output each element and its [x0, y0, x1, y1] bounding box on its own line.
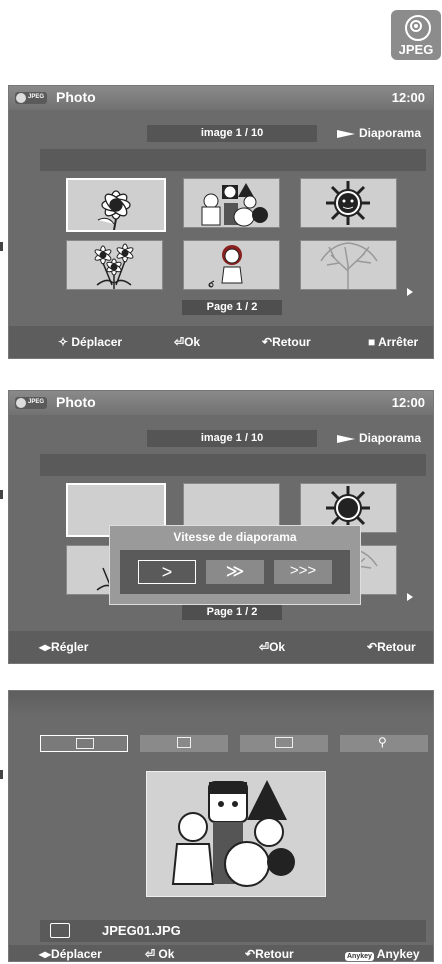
badge-label: JPEG: [398, 42, 434, 57]
photo-file-icon: [50, 923, 70, 938]
copy-button[interactable]: [140, 735, 228, 752]
panel-title: Photo: [56, 89, 96, 105]
speed-slow-button[interactable]: >: [138, 560, 196, 584]
move-hint: ✧ Déplacer: [58, 335, 123, 349]
grid-icon: [76, 738, 94, 749]
scroll-right-icon[interactable]: [407, 593, 413, 601]
return-icon: ↶: [262, 335, 273, 349]
copy-icon: [177, 737, 191, 748]
page-indicator: Page 1 / 2: [182, 300, 282, 315]
callout-tick: [0, 770, 3, 779]
panel-footer: ◂▸Déplacer ⏎ Ok ↶Retour Anykey Anykey: [9, 945, 433, 961]
scroll-right-icon[interactable]: [407, 288, 413, 296]
rotate-icon: [275, 737, 293, 748]
thumbnail-daisies[interactable]: [66, 240, 163, 290]
file-name: JPEG01.JPG: [102, 923, 181, 938]
slideshow-button[interactable]: Diaporama: [336, 431, 421, 445]
left-right-arrows-icon: ◂▸: [39, 947, 52, 961]
back-hint[interactable]: ↶Retour: [367, 640, 416, 654]
move-hint: ◂▸Déplacer: [39, 947, 102, 961]
photo-preview: [146, 771, 326, 897]
enter-icon: ⏎: [174, 335, 185, 349]
image-counter: image 1 / 10: [147, 125, 317, 142]
move-arrows-icon: ✧: [58, 335, 72, 349]
dialog-title: Vitesse de diaporama: [173, 530, 297, 544]
clock: 12:00: [391, 395, 425, 410]
slideshow-label: Diaporama: [358, 126, 421, 140]
adjust-hint: ◂▸Régler: [39, 640, 89, 654]
slideshow-speed-panel: JPEG Photo 12:00 image 1 / 10 Diaporama …: [8, 390, 434, 664]
panel-footer: ◂▸Régler ⏎Ok ↶Retour: [9, 631, 433, 663]
thumbnail-tree[interactable]: [300, 240, 397, 290]
slideshow-button[interactable]: Diaporama: [336, 126, 421, 140]
slideshow-label: Diaporama: [358, 431, 421, 445]
rotate-button[interactable]: [240, 735, 328, 752]
back-hint[interactable]: ↶Retour: [245, 947, 294, 961]
callout-tick: [0, 490, 3, 499]
jpeg-icon: JPEG: [15, 92, 47, 104]
photo-browser-panel: JPEG Photo 12:00 image 1 / 10 Diaporama …: [8, 85, 434, 359]
speed-medium-button[interactable]: ≫: [206, 560, 264, 584]
photo-viewer-panel: ⚲ JPEG01.JPG ◂▸Déplacer ⏎ Ok ↶Retour Any…: [8, 690, 434, 962]
speed-fast-button[interactable]: >>>: [274, 560, 332, 584]
clock: 12:00: [391, 90, 425, 105]
slideshow-speed-dialog: Vitesse de diaporama > ≫ >>>: [109, 525, 361, 605]
ok-hint[interactable]: ⏎Ok: [259, 640, 285, 654]
stop-icon: ■: [368, 335, 379, 349]
panel-footer: ✧ Déplacer ⏎Ok ↶Retour ■ Arrêter: [9, 326, 433, 358]
zoom-button[interactable]: ⚲: [340, 735, 428, 752]
callout-tick: [0, 242, 3, 251]
return-icon: ↶: [367, 640, 378, 654]
image-counter: image 1 / 10: [147, 430, 317, 447]
jpeg-badge: JPEG: [391, 10, 441, 60]
thumbnail-girl[interactable]: [183, 240, 280, 290]
back-hint[interactable]: ↶Retour: [262, 335, 311, 349]
title-bar: JPEG Photo 12:00: [9, 86, 433, 110]
return-icon: ↶: [245, 947, 256, 961]
anykey-icon: Anykey: [345, 952, 374, 961]
play-arrow-icon: [336, 434, 355, 443]
enter-icon: ⏎: [145, 947, 159, 961]
enter-icon: ⏎: [259, 640, 270, 654]
ok-hint[interactable]: ⏎ Ok: [145, 947, 174, 961]
info-strip: [40, 149, 426, 171]
panel-title: Photo: [56, 394, 96, 410]
title-bar: JPEG Photo 12:00: [9, 391, 433, 415]
jpeg-icon: JPEG: [15, 397, 47, 409]
stop-hint[interactable]: ■ Arrêter: [368, 335, 418, 349]
play-arrow-icon: [336, 129, 355, 138]
zoom-icon: ⚲: [378, 735, 387, 749]
thumbnail-flower[interactable]: [66, 178, 166, 232]
thumbnail-sun[interactable]: [300, 178, 397, 228]
ok-hint[interactable]: ⏎Ok: [174, 335, 200, 349]
file-info-bar: JPEG01.JPG: [40, 920, 426, 942]
left-right-arrows-icon: ◂▸: [39, 640, 52, 654]
info-strip: [40, 454, 426, 476]
thumbnail-halloween[interactable]: [183, 178, 280, 228]
anykey-hint[interactable]: Anykey Anykey: [345, 947, 420, 961]
thumbnail-view-button[interactable]: [40, 735, 128, 752]
page-indicator: Page 1 / 2: [182, 605, 282, 620]
